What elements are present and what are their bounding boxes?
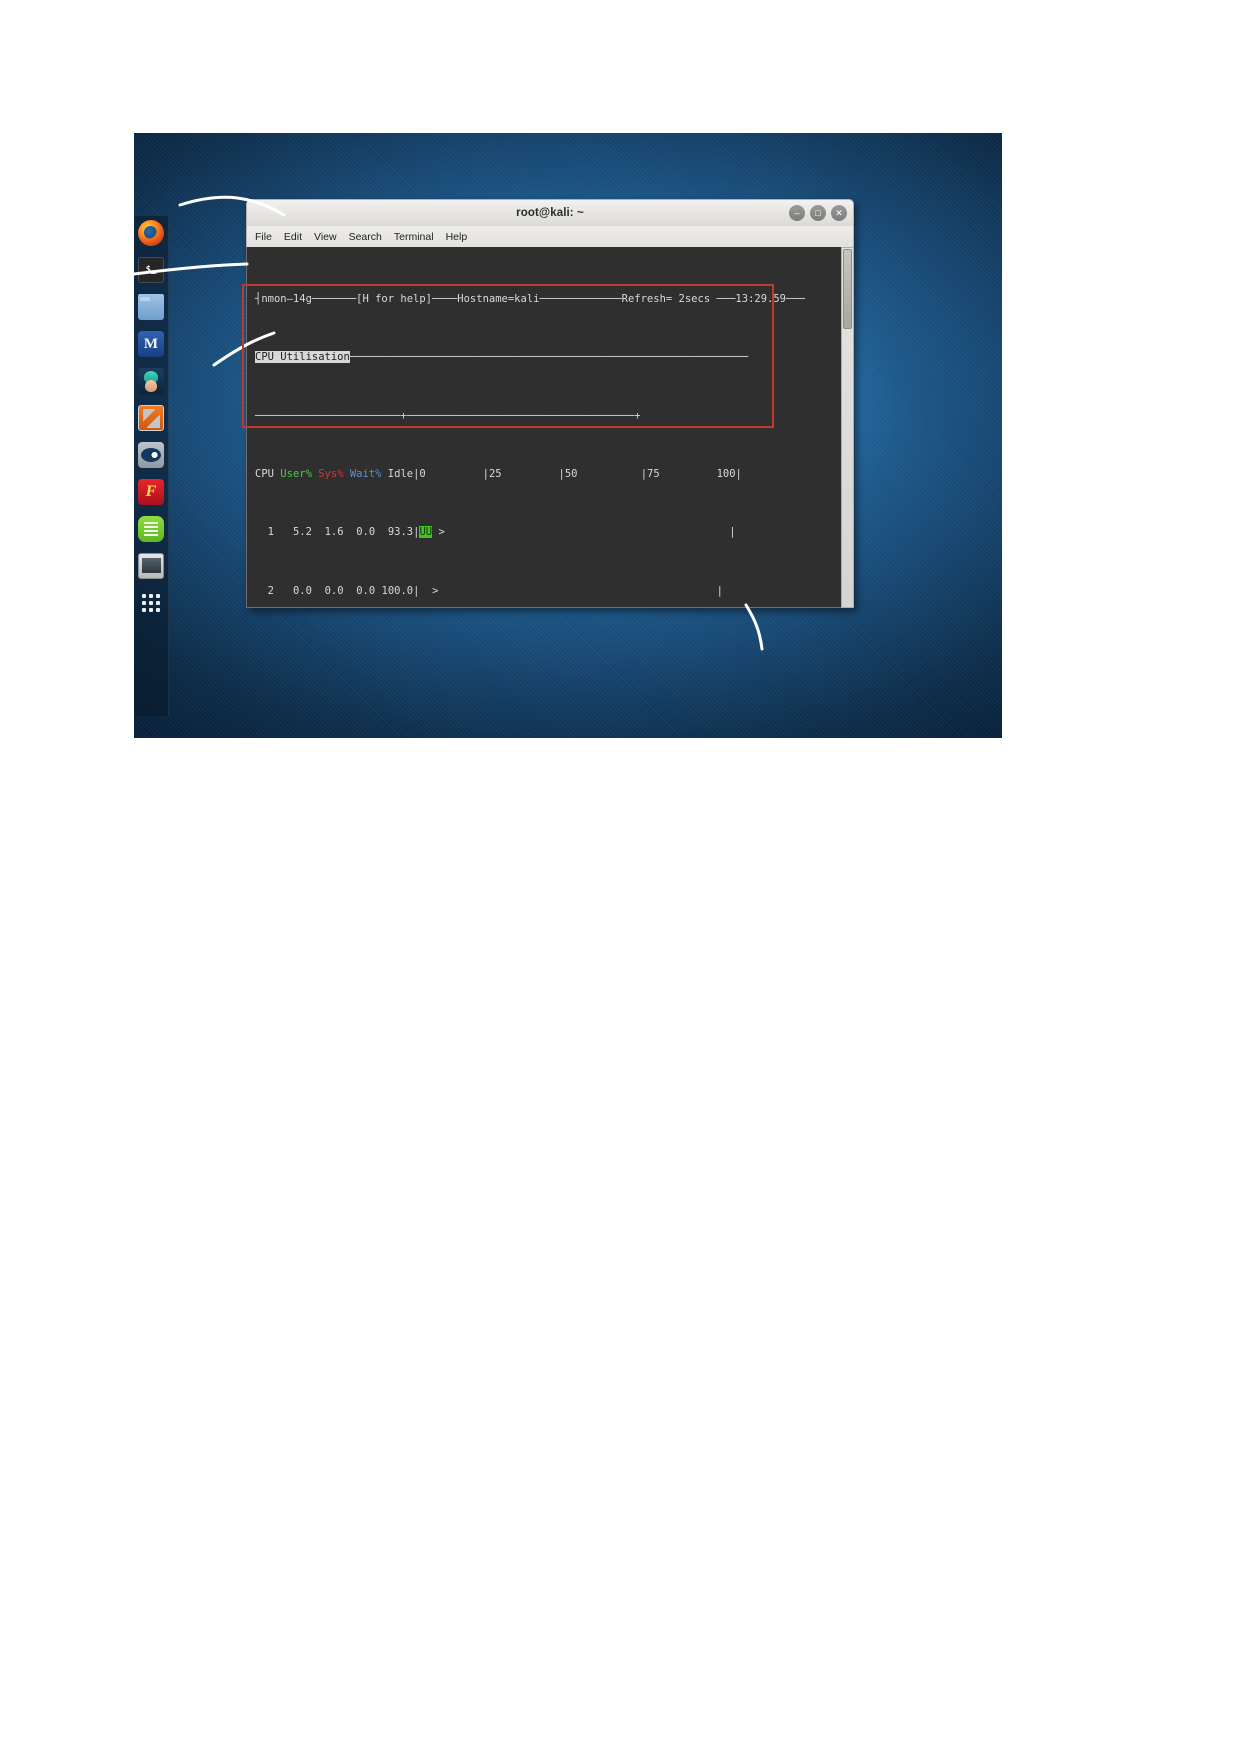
terminal-scrollbar[interactable]	[841, 247, 854, 608]
row-cpu-1-sys: 1.6	[324, 526, 344, 539]
row-cpu-2-id: 2	[267, 584, 274, 597]
row-cpu-1-id: 1	[267, 526, 274, 539]
scale-100: 100|	[716, 467, 742, 480]
divider-top-text: ───────────────────────+────────────────…	[255, 409, 641, 422]
row-cpu-1-wait: 0.0	[356, 526, 376, 539]
scale-0: 0	[419, 467, 426, 480]
menu-bar[interactable]: File Edit View Search Terminal Help	[246, 226, 854, 247]
table-row: 1 5.2 1.6 0.0 93.3|UU > |	[267, 526, 736, 539]
nmon-header-line: ┤nmon—14g───────[H for help]────Hostname…	[255, 292, 853, 307]
row-cpu-2-idle: 100.0	[381, 584, 414, 597]
close-icon[interactable]: ✕	[831, 205, 847, 221]
scale-75: |75	[640, 467, 660, 480]
metasploit-letter-glyph: M	[143, 335, 159, 352]
faraday-letter-glyph: F	[145, 483, 157, 500]
application-dock[interactable]: $_ M F	[134, 216, 169, 716]
beef-icon[interactable]	[138, 442, 164, 468]
row-cpu-2-user: 0.0	[292, 584, 312, 597]
row-cpu-2-sys: 0.0	[324, 584, 344, 597]
minimize-icon[interactable]: –	[789, 205, 805, 221]
menu-item-view[interactable]: View	[314, 231, 337, 243]
kali-desktop: $_ M F root@kali: ~ – □ ✕ File Edit View…	[134, 133, 1002, 738]
table-row: 2 0.0 0.0 0.0 100.0| > |	[267, 584, 723, 597]
faraday-icon[interactable]: F	[138, 479, 164, 505]
files-icon[interactable]	[138, 294, 164, 320]
row-cpu-2-wait: 0.0	[356, 584, 376, 597]
scale-50: |50	[558, 467, 578, 480]
row-cpu-1-idle: 93.3	[387, 526, 414, 539]
maximize-icon[interactable]: □	[810, 205, 826, 221]
row-cpu-1-user: 5.2	[292, 526, 312, 539]
scrollbar-thumb[interactable]	[843, 249, 852, 329]
nmon-section-title-line: CPU Utilisation─────────────────────────…	[255, 350, 853, 365]
terminal-prompt-glyph: $_	[145, 264, 157, 275]
menu-item-file[interactable]: File	[255, 231, 272, 243]
screenshot-page: $_ M F root@kali: ~ – □ ✕ File Edit View…	[0, 0, 1241, 1754]
cpu-table-header: CPU User% Sys% Wait% Idle|0 |25 |50 |75 …	[255, 467, 742, 480]
window-title: root@kali: ~	[516, 207, 584, 219]
menu-item-help[interactable]: Help	[446, 231, 468, 243]
terminal-icon[interactable]: $_	[138, 257, 164, 283]
col-sys: Sys%	[318, 467, 344, 480]
col-user: User%	[280, 467, 312, 480]
menu-item-search[interactable]: Search	[349, 231, 382, 243]
firefox-icon[interactable]	[138, 220, 164, 246]
burpsuite-icon[interactable]	[138, 405, 164, 431]
row-cpu-2-marker: >	[432, 584, 439, 597]
col-wait: Wait%	[349, 467, 382, 480]
screenshot-icon[interactable]	[138, 553, 164, 579]
notes-icon[interactable]	[138, 516, 164, 542]
scale-25: |25	[482, 467, 502, 480]
terminal-window[interactable]: root@kali: ~ – □ ✕ File Edit View Search…	[246, 199, 854, 608]
window-controls[interactable]: – □ ✕	[789, 205, 847, 221]
metasploit-icon[interactable]: M	[138, 331, 164, 357]
row-cpu-1-bar: UU	[419, 526, 433, 539]
cpu-utilisation-title: CPU Utilisation	[255, 351, 350, 364]
col-idle: Idle	[387, 467, 414, 480]
col-cpu: CPU	[255, 467, 274, 480]
nmon-header-text: ┤nmon—14g───────[H for help]────Hostname…	[255, 292, 805, 305]
show-applications-icon[interactable]	[138, 590, 164, 616]
armitage-icon[interactable]	[138, 368, 164, 394]
window-titlebar[interactable]: root@kali: ~ – □ ✕	[246, 199, 854, 226]
menu-item-edit[interactable]: Edit	[284, 231, 302, 243]
row-cpu-1-marker: >	[438, 526, 445, 539]
menu-item-terminal[interactable]: Terminal	[394, 231, 434, 243]
graph-divider-top: ───────────────────────+────────────────…	[255, 409, 853, 424]
section-rule: ────────────────────────────────────────…	[349, 351, 749, 364]
terminal-content[interactable]: ┤nmon—14g───────[H for help]────Hostname…	[246, 247, 854, 608]
